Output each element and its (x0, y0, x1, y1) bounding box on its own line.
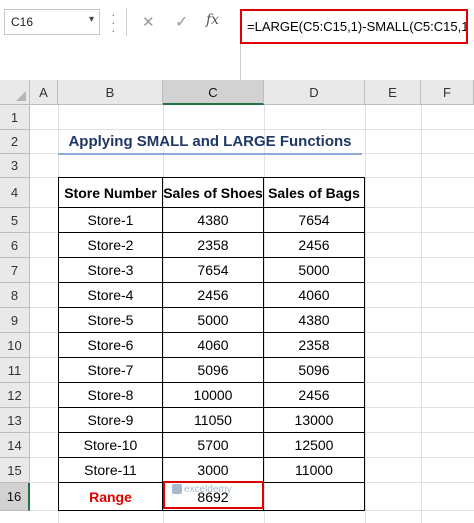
row-header-11[interactable]: 11 (0, 358, 30, 383)
row-header-15[interactable]: 15 (0, 458, 30, 483)
table-row: Store-7 5096 5096 (58, 357, 365, 383)
store-name-cell[interactable]: Store-8 (58, 382, 163, 408)
store-name-cell[interactable]: Store-7 (58, 357, 163, 383)
header-sales-bags[interactable]: Sales of Bags (263, 177, 365, 208)
table-row: Store-6 4060 2358 (58, 332, 365, 358)
chevron-down-icon[interactable]: ▾ (89, 14, 94, 25)
column-header-f[interactable]: F (421, 80, 474, 105)
shoes-sales-cell[interactable]: 2358 (162, 232, 264, 258)
table-row: Store-5 5000 4380 (58, 307, 365, 333)
table-row: Store-8 10000 2456 (58, 382, 365, 408)
row-header-14[interactable]: 14 (0, 433, 30, 458)
bags-sales-cell[interactable]: 2456 (263, 382, 365, 408)
column-header-e[interactable]: E (365, 80, 421, 105)
bags-sales-cell[interactable]: 12500 (263, 432, 365, 458)
store-name-cell[interactable]: Store-10 (58, 432, 163, 458)
more-options-icon[interactable]: · · · (111, 7, 116, 37)
shoes-sales-cell[interactable]: 4380 (162, 207, 264, 233)
bags-sales-cell[interactable]: 11000 (263, 457, 365, 483)
row-header-16[interactable]: 16 (0, 483, 30, 511)
column-header-b[interactable]: B (58, 80, 163, 105)
table-row: Store-3 7654 5000 (58, 257, 365, 283)
row-header-2[interactable]: 2 (0, 130, 30, 154)
store-name-cell[interactable]: Store-1 (58, 207, 163, 233)
column-header-a[interactable]: A (30, 80, 58, 105)
row-header-10[interactable]: 10 (0, 333, 30, 358)
shoes-sales-cell[interactable]: 5700 (162, 432, 264, 458)
gridline-vertical (365, 105, 366, 523)
table-body: Store-1 4380 7654 Store-2 2358 2456 Store-3 765… (58, 207, 365, 483)
row-header-7[interactable]: 7 (0, 258, 30, 283)
enter-icon[interactable]: ✓ (175, 12, 188, 32)
store-name-cell[interactable]: Store-3 (58, 257, 163, 283)
table-row: Store-1 4380 7654 (58, 207, 365, 233)
name-box-value: C16 (11, 15, 34, 29)
table-row: Store-4 2456 4060 (58, 282, 365, 308)
range-label[interactable]: Range (58, 482, 163, 511)
bags-sales-cell[interactable]: 2358 (263, 332, 365, 358)
bags-sales-cell[interactable]: 13000 (263, 407, 365, 433)
row-header-4[interactable]: 4 (0, 178, 30, 208)
shoes-sales-cell[interactable]: 2456 (162, 282, 264, 308)
row-header-1[interactable]: 1 (0, 105, 30, 130)
gridline-vertical (421, 105, 422, 523)
formula-bar: C16 ▾ · · · ✕ ✓ fx =LARGE(C5:C15,1)-SMALL(… (0, 0, 474, 80)
range-row: Range 8692 (58, 482, 365, 511)
formula-input-area[interactable] (240, 44, 474, 80)
header-store-number[interactable]: Store Number (58, 177, 163, 208)
shoes-sales-cell[interactable]: 11050 (162, 407, 264, 433)
store-name-cell[interactable]: Store-2 (58, 232, 163, 258)
shoes-sales-cell[interactable]: 5096 (162, 357, 264, 383)
bags-sales-cell[interactable]: 2456 (263, 232, 365, 258)
bags-sales-cell[interactable]: 4060 (263, 282, 365, 308)
bags-sales-cell[interactable]: 5096 (263, 357, 365, 383)
row-header-3[interactable]: 3 (0, 154, 30, 178)
data-table: Store Number Sales of Shoes Sales of Bag… (58, 177, 365, 511)
divider (126, 8, 127, 36)
bags-sales-cell[interactable]: 7654 (263, 207, 365, 233)
store-name-cell[interactable]: Store-9 (58, 407, 163, 433)
column-header-d[interactable]: D (264, 80, 365, 105)
column-header-c[interactable]: C (163, 80, 264, 105)
bags-sales-cell[interactable]: 4380 (263, 307, 365, 333)
row-header-6[interactable]: 6 (0, 233, 30, 258)
table-header-row: Store Number Sales of Shoes Sales of Bag… (58, 177, 365, 208)
range-value-cell[interactable]: 8692 (162, 482, 264, 511)
select-all-icon (16, 91, 26, 101)
row-header-9[interactable]: 9 (0, 308, 30, 333)
row-header-12[interactable]: 12 (0, 383, 30, 408)
cancel-icon[interactable]: ✕ (142, 13, 155, 31)
store-name-cell[interactable]: Store-4 (58, 282, 163, 308)
sheet-title: Applying SMALL and LARGE Functions (58, 130, 362, 155)
shoes-sales-cell[interactable]: 5000 (162, 307, 264, 333)
header-sales-shoes[interactable]: Sales of Shoes (162, 177, 264, 208)
row-header-8[interactable]: 8 (0, 283, 30, 308)
shoes-sales-cell[interactable]: 4060 (162, 332, 264, 358)
select-all-corner[interactable] (0, 80, 30, 105)
fx-icon[interactable]: fx (206, 12, 219, 28)
shoes-sales-cell[interactable]: 7654 (162, 257, 264, 283)
name-box[interactable]: C16 ▾ (4, 9, 100, 35)
bags-sales-cell[interactable]: 5000 (263, 257, 365, 283)
shoes-sales-cell[interactable]: 3000 (162, 457, 264, 483)
store-name-cell[interactable]: Store-11 (58, 457, 163, 483)
table-row: Store-11 3000 11000 (58, 457, 365, 483)
empty-cell[interactable] (263, 482, 365, 511)
table-row: Store-9 11050 13000 (58, 407, 365, 433)
table-row: Store-2 2358 2456 (58, 232, 365, 258)
store-name-cell[interactable]: Store-6 (58, 332, 163, 358)
row-header-13[interactable]: 13 (0, 408, 30, 433)
shoes-sales-cell[interactable]: 10000 (162, 382, 264, 408)
table-row: Store-10 5700 12500 (58, 432, 365, 458)
store-name-cell[interactable]: Store-5 (58, 307, 163, 333)
formula-input[interactable]: =LARGE(C5:C15,1)-SMALL(C5:C15,1) (240, 9, 468, 44)
row-header-5[interactable]: 5 (0, 208, 30, 233)
spreadsheet-grid[interactable]: A B C D E F 1 2 3 4 5 6 7 8 9 10 11 12 13 14 15 16 Appl… (0, 80, 474, 523)
